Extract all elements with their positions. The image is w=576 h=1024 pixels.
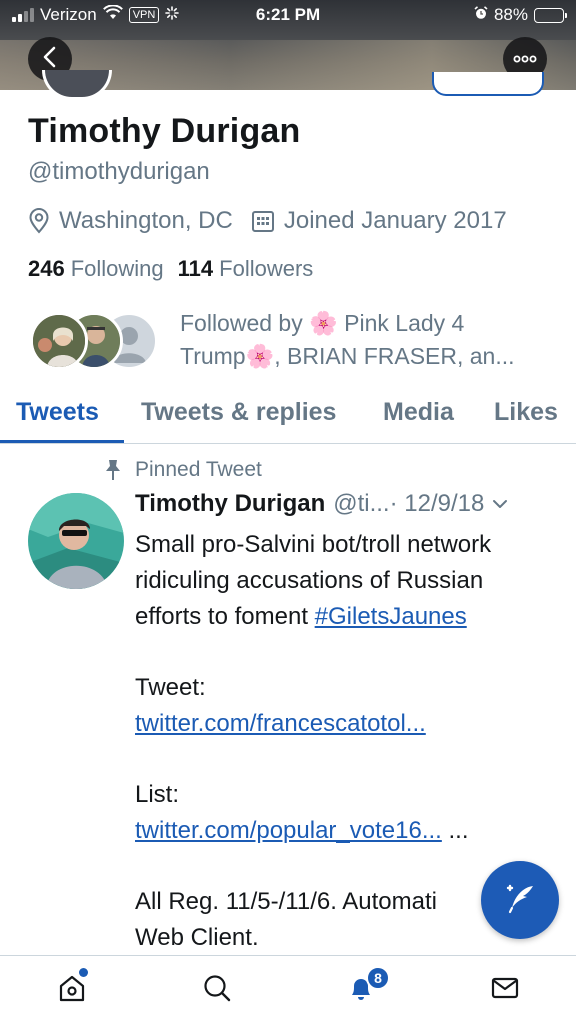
followers-label: Followers [219, 256, 314, 281]
followed-by-line2: Trump🌸, BRIAN FRASER, an... [180, 343, 515, 369]
follower-avatar-pink-lady [30, 312, 88, 370]
profile-name: Timothy Durigan [28, 112, 301, 150]
tweet-url-link[interactable]: twitter.com/francescatotol... [135, 710, 426, 737]
messages-icon [490, 973, 520, 1008]
tweet-text-fragment: efforts to foment [135, 603, 315, 630]
status-bar: Verizon VPN 6:21 PM 88% [0, 0, 576, 30]
tweet-text-line: efforts to foment #GiletsJaunes [135, 599, 555, 635]
followed-by-text[interactable]: Followed by 🌸 Pink Lady 4 Trump🌸, BRIAN … [180, 307, 550, 373]
alarm-icon [474, 5, 488, 25]
tweet-header: Timothy Durigan @ti... · 12/9/18 [135, 490, 555, 518]
follow-button[interactable] [432, 72, 544, 96]
pinned-text: Pinned Tweet [135, 458, 262, 481]
pin-icon [100, 458, 126, 482]
list-url-link[interactable]: twitter.com/popular_vote16... [135, 817, 442, 844]
battery-icon [534, 7, 567, 23]
profile-handle: @timothydurigan [28, 158, 210, 185]
joined-date: Joined January 2017 [251, 207, 507, 235]
location-pin-icon [28, 208, 50, 234]
hashtag-link[interactable]: #GiletsJaunes [315, 603, 467, 630]
followed-by-avatars[interactable] [30, 312, 160, 370]
tab-media[interactable]: Media [383, 398, 454, 427]
tweet-author-name[interactable]: Timothy Durigan [135, 490, 325, 518]
tab-tweets[interactable]: Tweets [16, 398, 99, 427]
tweet-label: Tweet: [135, 674, 206, 701]
pinned-tweet-label: Pinned Tweet [100, 458, 262, 482]
list-label: List: [135, 781, 180, 808]
tab-tweets-replies[interactable]: Tweets & replies [141, 398, 336, 427]
following-count: 246 [28, 256, 65, 281]
location-text: Washington, DC [59, 207, 233, 234]
profile-tabs: Tweets Tweets & replies Media Likes [0, 388, 576, 444]
search-icon [202, 973, 232, 1008]
calendar-icon [251, 209, 275, 233]
home-icon [57, 973, 87, 1008]
tweet-date: · 12/9/18 [389, 490, 485, 517]
followed-by-line1: Followed by 🌸 Pink Lady 4 [180, 310, 465, 336]
chevron-left-icon [42, 46, 58, 73]
following-label: Following [70, 256, 164, 281]
following-link[interactable]: 246 Following [28, 256, 164, 282]
list-url-row: twitter.com/popular_vote16... ... [135, 813, 555, 849]
status-right: 88% [474, 5, 567, 25]
tweet-text-line: Small pro-Salvini bot/troll network [135, 531, 492, 558]
tweet-author-handle[interactable]: @ti... [333, 490, 389, 518]
active-tab-indicator [0, 440, 124, 443]
location: Washington, DC [28, 207, 233, 235]
followers-count: 114 [177, 256, 214, 281]
compose-tweet-button[interactable] [481, 861, 559, 939]
profile-avatar[interactable] [42, 70, 112, 100]
ellipsis-icon [513, 50, 537, 68]
list-url-suffix: ... [441, 817, 469, 844]
joined-text: Joined January 2017 [283, 207, 507, 234]
follow-counts: 246 Following 114 Followers [28, 256, 313, 282]
tweet-url-row: twitter.com/francescatotol... [135, 706, 555, 742]
chevron-down-icon[interactable] [492, 499, 508, 509]
tab-likes[interactable]: Likes [494, 398, 558, 427]
nav-search[interactable] [197, 970, 237, 1010]
tweet-author-avatar[interactable] [28, 493, 124, 589]
nav-messages[interactable] [485, 970, 525, 1010]
notifications-badge: 8 [366, 966, 390, 990]
followers-link[interactable]: 114 Followers [178, 256, 314, 282]
home-unread-dot [79, 968, 88, 977]
battery-percent: 88% [493, 5, 528, 24]
profile-meta: Washington, DC Joined January 2017 [28, 207, 525, 235]
tweet-text-line: ridiculing accusations of Russian [135, 567, 484, 594]
compose-tweet-icon [500, 878, 540, 923]
bottom-navigation [0, 955, 576, 1024]
